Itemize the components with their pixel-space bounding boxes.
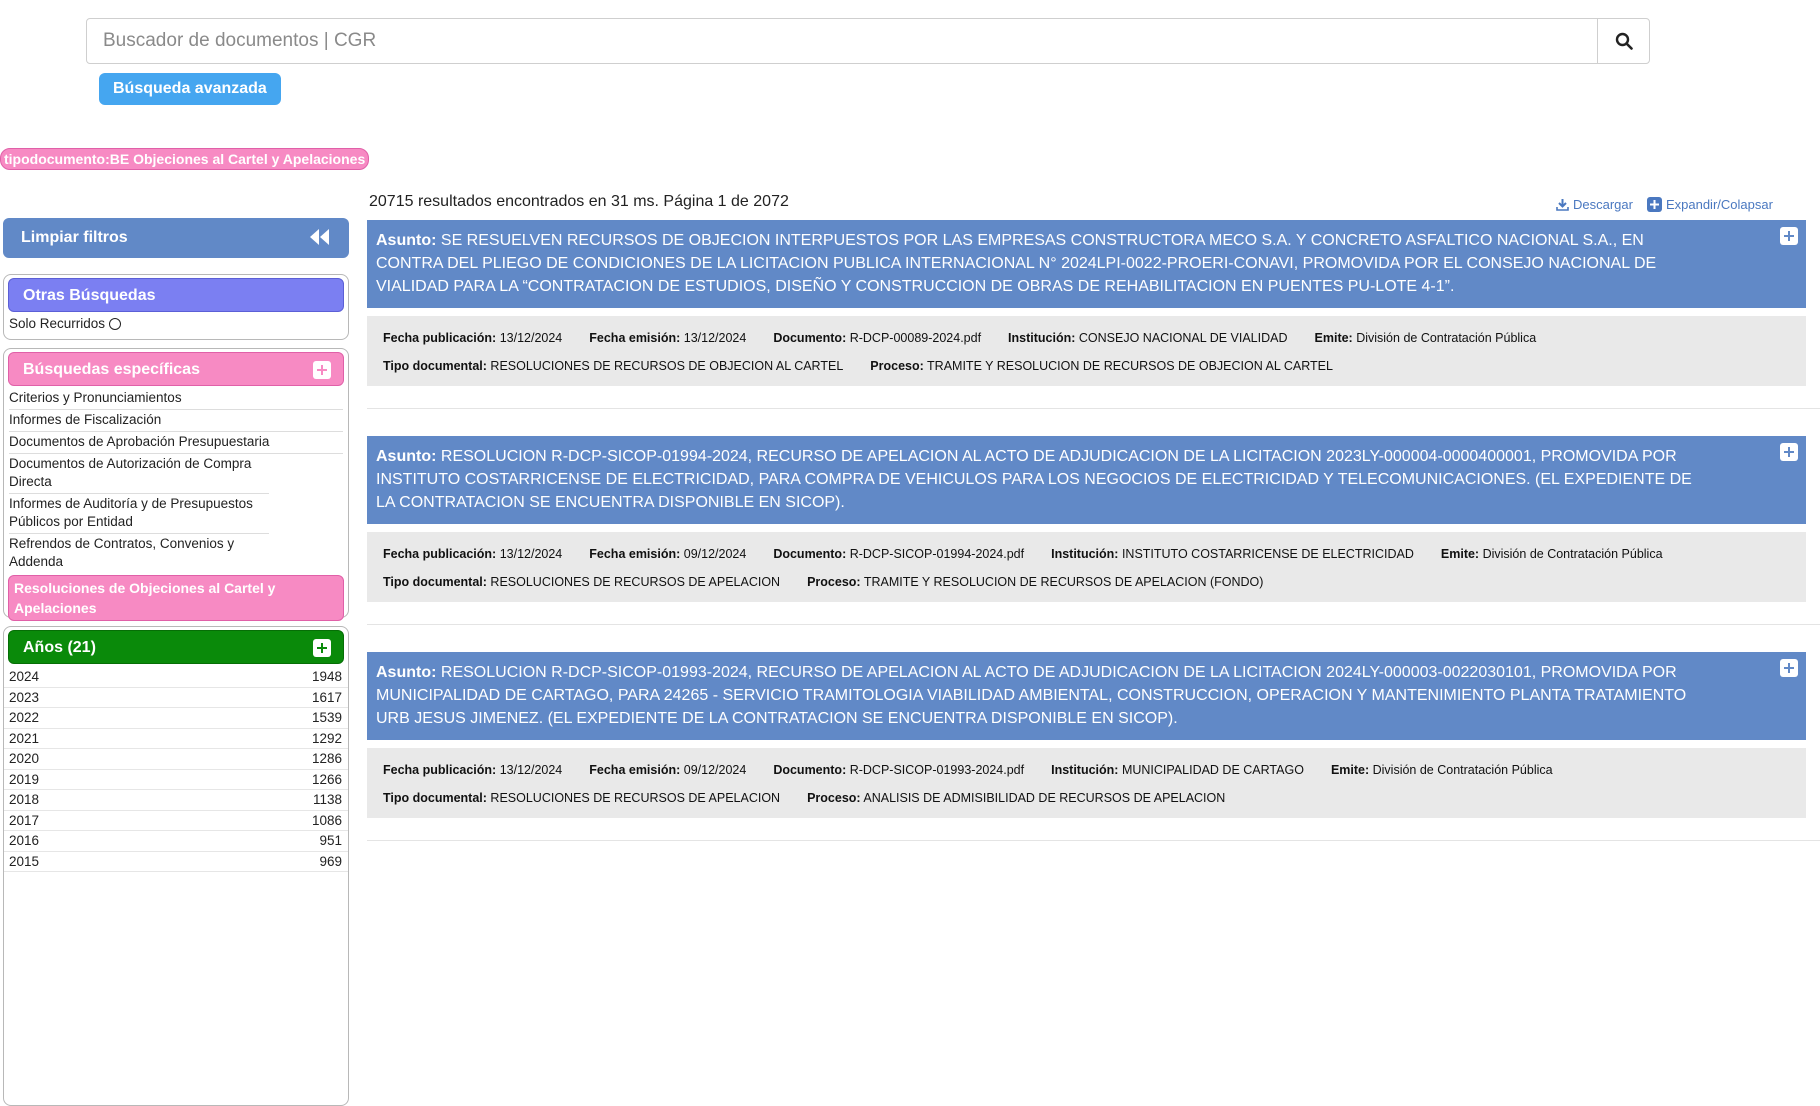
plus-square-icon	[1646, 197, 1662, 212]
year-row[interactable]: 2024 1948	[4, 667, 348, 688]
search-icon	[1615, 32, 1633, 50]
result-card: Asunto: RESOLUCION R-DCP-SICOP-01994-202…	[367, 436, 1806, 602]
search-input[interactable]	[86, 18, 1598, 64]
search-button[interactable]	[1597, 18, 1650, 64]
list-item[interactable]: Refrendos de Contratos, Convenios y Adde…	[9, 534, 249, 573]
expand-plus-icon[interactable]	[313, 639, 331, 657]
busquedas-especificas-panel: Búsquedas específicas Criterios y Pronun…	[3, 348, 349, 621]
solo-recurridos-option[interactable]: Solo Recurridos	[4, 312, 348, 335]
expand-result-icon[interactable]	[1780, 443, 1798, 461]
download-icon	[1556, 199, 1569, 211]
year-row[interactable]: 2016 951	[4, 831, 348, 852]
anios-panel: Años (21) 2024 1948 2023 1617 2022 1539 202…	[3, 626, 349, 1106]
list-item[interactable]: Informes de Fiscalización	[9, 410, 343, 432]
list-item[interactable]: Criterios y Pronunciamientos	[9, 388, 343, 410]
year-row[interactable]: 2015 969	[4, 852, 348, 872]
year-row[interactable]: 2023 1617	[4, 688, 348, 708]
otras-busquedas-title: Otras Búsquedas	[23, 287, 156, 304]
list-item[interactable]: Documentos de Autorización de Compra Dir…	[9, 454, 269, 494]
result-meta: Fecha publicación: 13/12/2024 Fecha emis…	[367, 748, 1806, 818]
clear-filters-label: Limpiar filtros	[21, 229, 128, 246]
expand-result-icon[interactable]	[1780, 227, 1798, 245]
divider	[367, 840, 1820, 841]
anios-list: 2024 1948 2023 1617 2022 1539 2021 1292 2020…	[4, 664, 348, 872]
results-summary: 20715 resultados encontrados en 31 ms. P…	[369, 193, 789, 210]
expand-collapse-label: Expandir/Colapsar	[1665, 197, 1773, 212]
expand-plus-icon[interactable]	[313, 361, 331, 379]
expand-collapse-link[interactable]: Expandir/Colapsar	[1646, 197, 1773, 212]
collapse-sidebar-icon[interactable]	[309, 227, 331, 247]
year-row[interactable]: 2017 1086	[4, 811, 348, 831]
download-link[interactable]: Descargar	[1556, 197, 1633, 212]
result-meta: Fecha publicación: 13/12/2024 Fecha emis…	[367, 316, 1806, 386]
document-link[interactable]: Documento: R-DCP-SICOP-01994-2024.pdf	[773, 540, 1024, 568]
divider	[367, 408, 1820, 409]
busquedas-especificas-header[interactable]: Búsquedas específicas	[8, 352, 344, 386]
result-card: Asunto: SE RESUELVEN RECURSOS DE OBJECIO…	[367, 220, 1806, 386]
list-item[interactable]: Documentos de Aprobación Presupuestaria	[9, 432, 343, 454]
search-bar	[86, 18, 1651, 64]
document-link[interactable]: Documento: R-DCP-SICOP-01993-2024.pdf	[773, 756, 1024, 784]
result-asunto[interactable]: Asunto: RESOLUCION R-DCP-SICOP-01993-202…	[367, 652, 1806, 740]
year-row[interactable]: 2021 1292	[4, 729, 348, 749]
otras-busquedas-panel: Otras Búsquedas Solo Recurridos	[3, 274, 349, 340]
list-item[interactable]: Informes de Auditoría y de Presupuestos …	[9, 494, 269, 534]
busquedas-especificas-list: Criterios y Pronunciamientos Informes de…	[4, 386, 348, 621]
year-row[interactable]: 2018 1138	[4, 790, 348, 811]
result-asunto[interactable]: Asunto: RESOLUCION R-DCP-SICOP-01994-202…	[367, 436, 1806, 524]
year-row[interactable]: 2019 1266	[4, 770, 348, 790]
advanced-search-button[interactable]: Búsqueda avanzada	[99, 73, 281, 105]
clear-filters-button[interactable]: Limpiar filtros	[3, 218, 349, 258]
busquedas-especificas-title: Búsquedas específicas	[23, 361, 200, 378]
document-link[interactable]: Documento: R-DCP-00089-2024.pdf	[773, 324, 981, 352]
divider	[367, 624, 1820, 625]
results-actions: Descargar Expandir/Colapsar	[1556, 197, 1773, 212]
year-row[interactable]: 2022 1539	[4, 708, 348, 729]
download-label: Descargar	[1573, 197, 1633, 212]
result-card: Asunto: RESOLUCION R-DCP-SICOP-01993-202…	[367, 652, 1806, 818]
radio-icon[interactable]	[109, 317, 122, 330]
result-meta: Fecha publicación: 13/12/2024 Fecha emis…	[367, 532, 1806, 602]
result-asunto[interactable]: Asunto: SE RESUELVEN RECURSOS DE OBJECIO…	[367, 220, 1806, 308]
selected-list-item[interactable]: Resoluciones de Objeciones al Cartel y A…	[8, 575, 344, 621]
solo-recurridos-label: Solo Recurridos	[9, 316, 106, 331]
anios-title: Años (21)	[23, 639, 96, 656]
year-row[interactable]: 2020 1286	[4, 749, 348, 770]
anios-header[interactable]: Años (21)	[8, 630, 344, 664]
active-filter-tag[interactable]: tipodocumento:BE Objeciones al Cartel y …	[0, 148, 370, 170]
otras-busquedas-header[interactable]: Otras Búsquedas	[8, 278, 344, 312]
expand-result-icon[interactable]	[1780, 659, 1798, 677]
